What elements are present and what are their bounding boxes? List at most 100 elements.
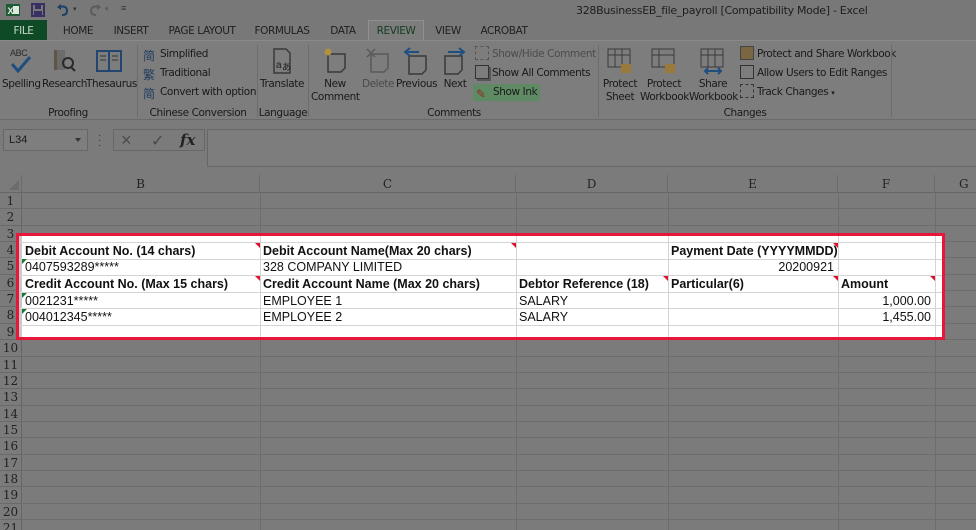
- error-indicator-icon[interactable]: [22, 293, 27, 298]
- cell-e4[interactable]: Payment Date (YYYYMMDD): [668, 243, 838, 260]
- customize-qat-icon[interactable]: ≡: [121, 3, 126, 13]
- svg-text:ABC: ABC: [10, 48, 28, 58]
- translate-button[interactable]: a あ Translate: [260, 46, 304, 91]
- column-header-c[interactable]: C: [260, 175, 516, 193]
- tab-formulas[interactable]: FORMULAS: [250, 20, 314, 40]
- spelling-button[interactable]: ABC Spelling: [2, 46, 41, 91]
- row-header-13[interactable]: 13: [0, 389, 22, 406]
- cell-c7[interactable]: EMPLOYEE 1: [260, 293, 516, 310]
- track-changes-button[interactable]: Track Changes ▾: [740, 84, 835, 101]
- tab-file[interactable]: FILE: [0, 20, 47, 40]
- cell-c8[interactable]: EMPLOYEE 2: [260, 309, 516, 326]
- undo-dropdown-icon[interactable]: ▾: [73, 5, 77, 13]
- formula-input[interactable]: [207, 129, 976, 167]
- cell-c6[interactable]: Credit Account Name (Max 20 chars): [260, 276, 516, 293]
- next-comment-icon: [444, 47, 466, 75]
- protect-and-share-workbook-button[interactable]: Protect and Share Workbook: [740, 46, 896, 63]
- title-bar: X ▾ ▾ ≡ 328BusinessEB_file_payroll [Comp…: [0, 0, 976, 20]
- cell-b8[interactable]: 004012345*****: [22, 309, 260, 326]
- error-indicator-icon[interactable]: [22, 309, 27, 314]
- cell-b5[interactable]: 0407593289*****: [22, 259, 260, 276]
- column-header-g[interactable]: G: [935, 175, 976, 193]
- comment-indicator-icon[interactable]: [255, 243, 260, 248]
- new-comment-button[interactable]: New Comment: [311, 46, 360, 104]
- row-header-1[interactable]: 1: [0, 193, 22, 209]
- row-header-21[interactable]: 21: [0, 520, 22, 530]
- convert-with-option-button[interactable]: 简 Convert with option: [143, 84, 256, 101]
- cell-d7[interactable]: SALARY: [516, 293, 668, 310]
- row-header-11[interactable]: 11: [0, 357, 22, 373]
- row-header-10[interactable]: 10: [0, 340, 22, 357]
- error-indicator-icon[interactable]: [22, 259, 27, 264]
- protect-workbook-button[interactable]: Protect Workbook: [640, 46, 689, 104]
- cell-b6[interactable]: Credit Account No. (Max 15 chars): [22, 276, 260, 293]
- column-header-f[interactable]: F: [838, 175, 935, 193]
- comment-indicator-icon[interactable]: [833, 276, 838, 281]
- column-header-e[interactable]: E: [668, 175, 838, 193]
- delete-comment-button[interactable]: Delete: [361, 46, 395, 91]
- name-box[interactable]: L34: [3, 129, 88, 151]
- row-header-14[interactable]: 14: [0, 406, 22, 422]
- save-icon[interactable]: [31, 3, 45, 17]
- comment-indicator-icon[interactable]: [663, 276, 668, 281]
- column-header-b[interactable]: B: [22, 175, 260, 193]
- share-workbook-button[interactable]: Share Workbook: [689, 46, 738, 104]
- new-comment-label-2: Comment: [311, 91, 360, 103]
- drag-handle-icon[interactable]: · · ·: [98, 131, 101, 151]
- research-button[interactable]: Research: [42, 46, 87, 91]
- column-header-d[interactable]: D: [516, 175, 668, 193]
- row-header-20[interactable]: 20: [0, 504, 22, 520]
- show-ink-button[interactable]: ✎ Show Ink: [473, 84, 541, 101]
- cell-d8[interactable]: SALARY: [516, 309, 668, 326]
- cell-e5[interactable]: 20200921: [668, 259, 838, 276]
- row-header-19[interactable]: 19: [0, 487, 22, 504]
- row-gridline: [22, 503, 976, 504]
- show-ink-icon: ✎: [476, 87, 486, 101]
- row-header-15[interactable]: 15: [0, 422, 22, 438]
- show-hide-comment-button[interactable]: Show/Hide Comment: [475, 46, 596, 63]
- tab-home[interactable]: HOME: [54, 20, 102, 40]
- cell-b4[interactable]: Debit Account No. (14 chars): [22, 243, 260, 260]
- protect-sheet-button[interactable]: Protect Sheet: [600, 46, 640, 104]
- comment-indicator-icon[interactable]: [930, 276, 935, 281]
- enter-icon[interactable]: ✓: [151, 131, 164, 151]
- row-header-17[interactable]: 17: [0, 455, 22, 471]
- simplified-button[interactable]: 简 Simplified: [143, 46, 208, 63]
- redo-dropdown-icon[interactable]: ▾: [105, 5, 109, 13]
- insert-function-icon[interactable]: fx: [180, 131, 195, 149]
- redo-icon[interactable]: [88, 3, 102, 17]
- comment-indicator-icon[interactable]: [833, 243, 838, 248]
- tab-acrobat[interactable]: ACROBAT: [478, 20, 530, 40]
- tab-insert[interactable]: INSERT: [107, 20, 155, 40]
- tab-review[interactable]: REVIEW: [368, 20, 424, 40]
- comment-indicator-icon[interactable]: [511, 243, 516, 248]
- select-all-button[interactable]: [0, 175, 22, 193]
- comments-group-label: Comments: [427, 107, 481, 119]
- chevron-down-icon[interactable]: [75, 138, 81, 142]
- undo-icon[interactable]: [56, 3, 70, 17]
- show-all-comments-button[interactable]: Show All Comments: [475, 65, 591, 82]
- row-header-2[interactable]: 2: [0, 209, 22, 226]
- cell-f6[interactable]: Amount: [838, 276, 935, 293]
- cell-c5[interactable]: 328 COMPANY LIMITED: [260, 259, 516, 276]
- row-header-12[interactable]: 12: [0, 373, 22, 389]
- comment-indicator-icon[interactable]: [255, 276, 260, 281]
- traditional-chinese-icon: 繁: [143, 68, 155, 82]
- tab-page-layout[interactable]: PAGE LAYOUT: [163, 20, 241, 40]
- next-comment-button[interactable]: Next: [438, 46, 472, 91]
- cancel-icon[interactable]: ×: [121, 130, 132, 151]
- cell-c4[interactable]: Debit Account Name(Max 20 chars): [260, 243, 516, 260]
- cell-e6[interactable]: Particular(6): [668, 276, 838, 293]
- cell-f8[interactable]: 1,455.00: [838, 309, 935, 326]
- tab-data[interactable]: DATA: [324, 20, 362, 40]
- cell-b7[interactable]: 0021231*****: [22, 293, 260, 310]
- row-header-16[interactable]: 16: [0, 438, 22, 455]
- thesaurus-button[interactable]: Thesaurus: [86, 46, 137, 91]
- cell-f7[interactable]: 1,000.00: [838, 293, 935, 310]
- tab-view[interactable]: VIEW: [430, 20, 466, 40]
- traditional-button[interactable]: 繁 Traditional: [143, 65, 211, 82]
- previous-comment-button[interactable]: Previous: [396, 46, 438, 91]
- row-header-18[interactable]: 18: [0, 471, 22, 487]
- allow-users-edit-ranges-button[interactable]: Allow Users to Edit Ranges: [740, 65, 887, 82]
- cell-d6[interactable]: Debtor Reference (18): [516, 276, 668, 293]
